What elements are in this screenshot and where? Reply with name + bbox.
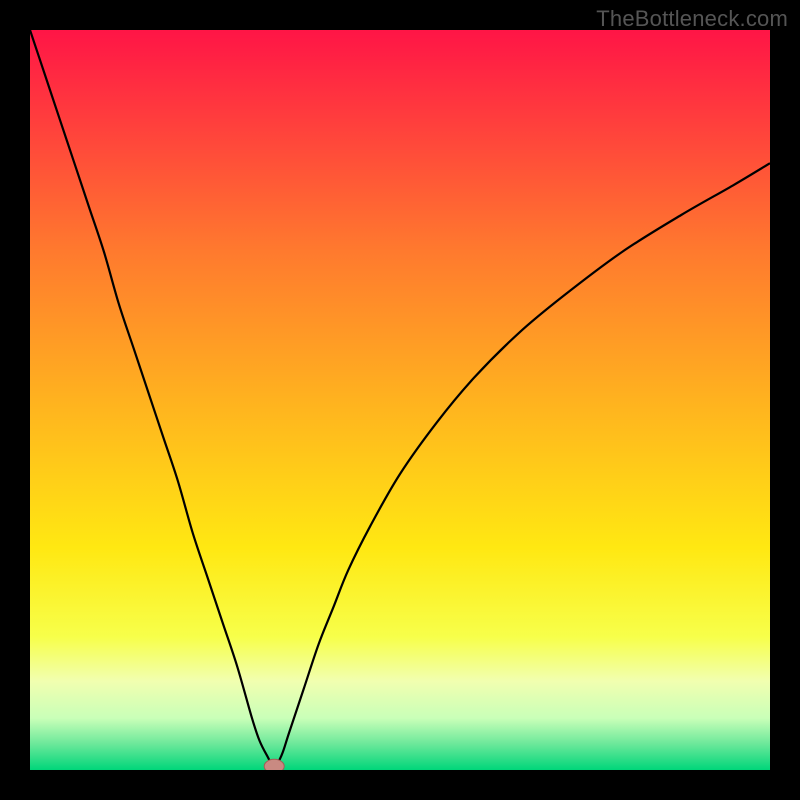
bottleneck-curve [30, 30, 770, 766]
optimum-marker [264, 759, 284, 770]
plot-area [30, 30, 770, 770]
chart-svg [30, 30, 770, 770]
outer-frame: TheBottleneck.com [0, 0, 800, 800]
watermark-text: TheBottleneck.com [596, 6, 788, 32]
